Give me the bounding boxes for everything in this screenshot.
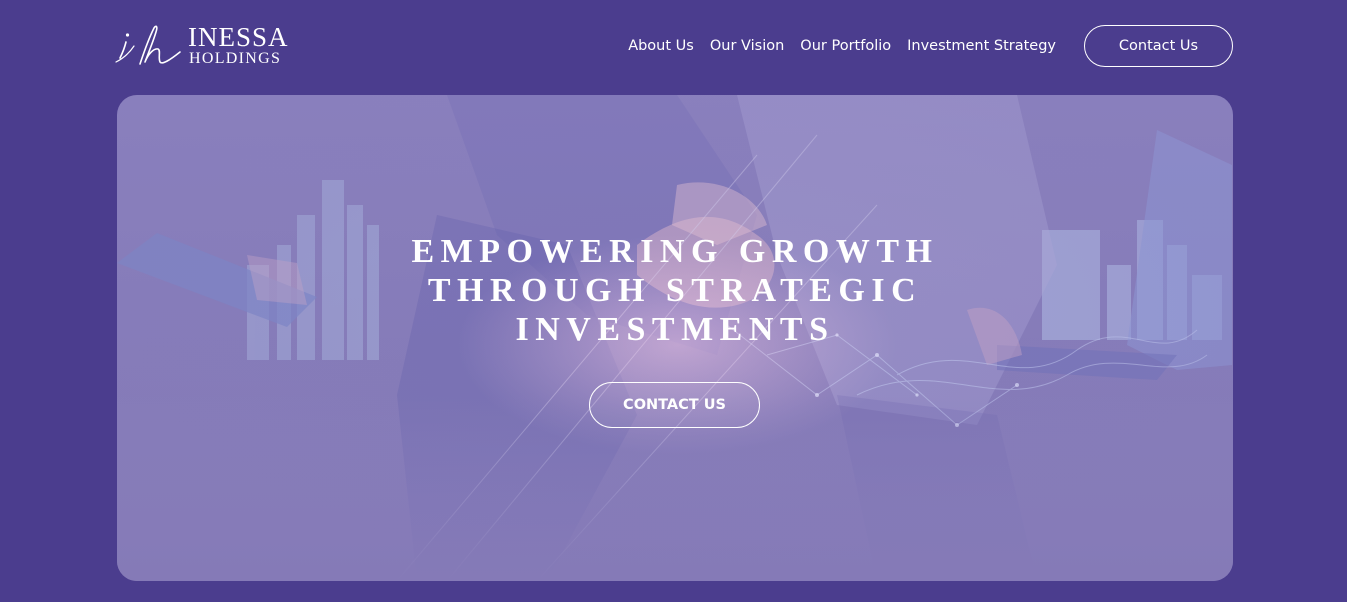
nav-about-us[interactable]: About Us bbox=[628, 38, 694, 54]
hero-title-line-1: EMPOWERING GROWTH bbox=[411, 233, 939, 270]
header-contact-button[interactable]: Contact Us bbox=[1084, 25, 1233, 67]
site-header: INESSA HOLDINGS About Us Our Vision Our … bbox=[0, 0, 1347, 92]
monogram-logo-icon bbox=[115, 25, 181, 65]
hero-title-line-3: INVESTMENTS bbox=[515, 311, 835, 348]
nav-our-portfolio[interactable]: Our Portfolio bbox=[800, 38, 891, 54]
brand-name: INESSA bbox=[188, 22, 289, 52]
hero-banner: EMPOWERING GROWTH THROUGH STRATEGIC INVE… bbox=[117, 95, 1233, 581]
hero-title: EMPOWERING GROWTH THROUGH STRATEGIC INVE… bbox=[275, 232, 1075, 349]
nav-investment-strategy[interactable]: Investment Strategy bbox=[907, 38, 1056, 54]
hero-title-line-2: THROUGH STRATEGIC bbox=[427, 272, 923, 309]
page: INESSA HOLDINGS About Us Our Vision Our … bbox=[0, 0, 1347, 602]
brand-logo[interactable]: INESSA HOLDINGS bbox=[114, 22, 314, 72]
hero-contact-button[interactable]: CONTACT US bbox=[589, 382, 760, 428]
brand-subname: HOLDINGS bbox=[189, 50, 282, 67]
main-nav: About Us Our Vision Our Portfolio Invest… bbox=[628, 36, 1056, 56]
nav-our-vision[interactable]: Our Vision bbox=[710, 38, 784, 54]
